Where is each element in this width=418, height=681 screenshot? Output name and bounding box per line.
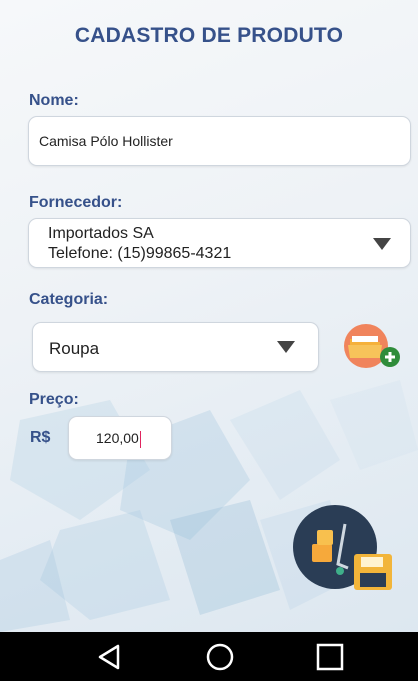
nome-value: Camisa Pólo Hollister xyxy=(39,133,173,149)
text-cursor xyxy=(139,430,142,448)
categoria-label: Categoria: xyxy=(29,291,109,308)
page-title: CADASTRO DE PRODUTO xyxy=(74,24,344,47)
system-navbar xyxy=(0,632,418,681)
categoria-value: Roupa xyxy=(49,339,100,358)
nome-input[interactable]: Camisa Pólo Hollister xyxy=(28,116,411,166)
recents-icon[interactable] xyxy=(300,632,360,681)
preco-label: Preço: xyxy=(29,391,79,408)
save-product-icon[interactable] xyxy=(290,504,400,596)
back-icon[interactable] xyxy=(80,632,140,681)
categoria-select[interactable]: Roupa xyxy=(32,322,319,372)
home-icon[interactable] xyxy=(190,632,250,681)
fornecedor-phone: Telefone: (15)99865-4321 xyxy=(48,245,232,262)
currency-label: R$ xyxy=(30,429,51,446)
fornecedor-name: Importados SA xyxy=(48,225,154,242)
nome-label: Nome: xyxy=(29,92,79,109)
dropdown-arrow-icon xyxy=(373,238,391,250)
preco-value: 120,00 xyxy=(96,430,139,446)
fornecedor-select[interactable]: Importados SA Telefone: (15)99865-4321 xyxy=(28,218,411,268)
fornecedor-label: Fornecedor: xyxy=(29,194,123,211)
folder-add-icon[interactable] xyxy=(340,320,410,372)
preco-input[interactable]: 120,00 xyxy=(68,416,172,460)
dropdown-arrow-icon xyxy=(277,341,295,353)
